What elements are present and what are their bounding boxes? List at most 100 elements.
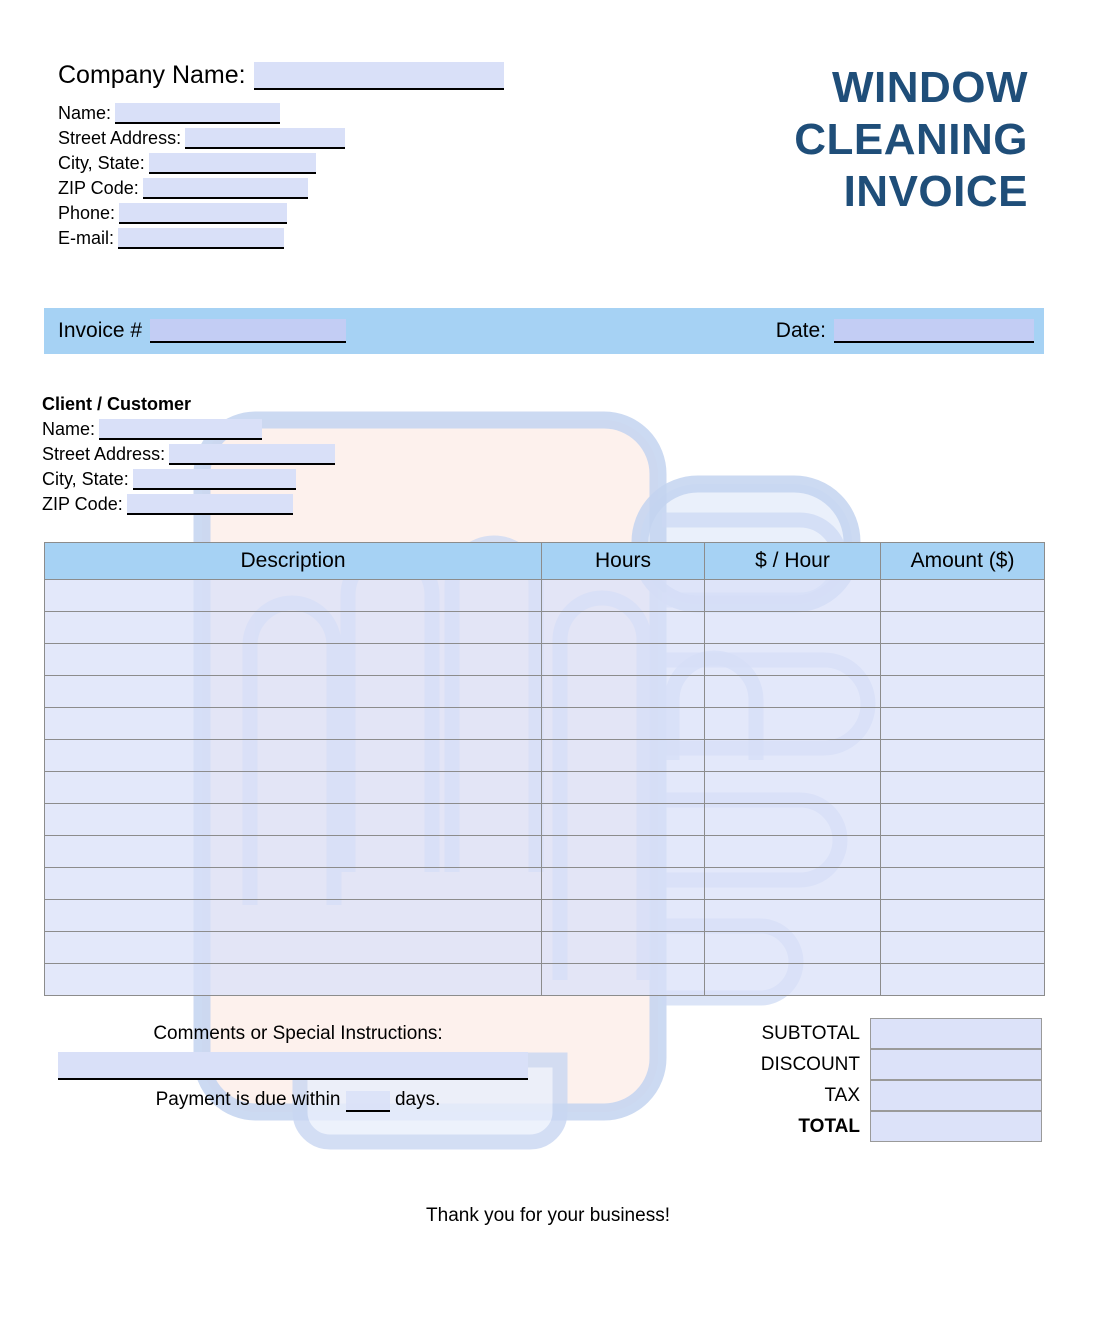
- table-row: [44, 931, 1045, 964]
- company-field-input[interactable]: [118, 228, 285, 249]
- cell-hours[interactable]: [541, 739, 705, 772]
- totals-label-total: TOTAL: [798, 1116, 860, 1137]
- cell-amount[interactable]: [880, 899, 1045, 932]
- table-row: [44, 867, 1045, 900]
- payment-terms-days-input[interactable]: [345, 1091, 390, 1112]
- line-items-body: [44, 579, 1045, 996]
- cell-amount[interactable]: [880, 675, 1045, 708]
- cell-rate[interactable]: [704, 579, 881, 612]
- cell-amount[interactable]: [880, 867, 1045, 900]
- company-field-label: City, State:: [58, 153, 145, 173]
- client-field-input[interactable]: [132, 469, 296, 490]
- client-field-row: Street Address:: [42, 443, 336, 465]
- company-field-row: E-mail:: [58, 227, 504, 249]
- cell-description[interactable]: [44, 675, 542, 708]
- cell-rate[interactable]: [704, 771, 881, 804]
- client-field-input[interactable]: [126, 494, 293, 515]
- cell-description[interactable]: [44, 771, 542, 804]
- cell-hours[interactable]: [541, 867, 705, 900]
- cell-rate[interactable]: [704, 931, 881, 964]
- payment-terms-prefix: Payment is due within: [155, 1089, 341, 1110]
- cell-hours[interactable]: [541, 963, 705, 996]
- cell-rate[interactable]: [704, 739, 881, 772]
- totals-input-total[interactable]: [870, 1111, 1042, 1142]
- cell-rate[interactable]: [704, 643, 881, 676]
- cell-rate[interactable]: [704, 867, 881, 900]
- invoice-page: Company Name: Name: Street Address: City, …: [0, 0, 1096, 1319]
- cell-amount[interactable]: [880, 739, 1045, 772]
- cell-hours[interactable]: [541, 835, 705, 868]
- cell-amount[interactable]: [880, 643, 1045, 676]
- invoice-number-input[interactable]: [150, 319, 347, 343]
- comments-input[interactable]: [58, 1052, 528, 1080]
- client-field-row: ZIP Code:: [42, 493, 335, 515]
- client-field-label: ZIP Code:: [42, 494, 123, 514]
- cell-rate[interactable]: [704, 963, 881, 996]
- cell-amount[interactable]: [880, 579, 1045, 612]
- cell-hours[interactable]: [541, 611, 705, 644]
- cell-description[interactable]: [44, 931, 542, 964]
- client-field-label: City, State:: [42, 469, 129, 489]
- cell-hours[interactable]: [541, 643, 705, 676]
- cell-description[interactable]: [44, 611, 542, 644]
- cell-amount[interactable]: [880, 707, 1045, 740]
- client-field-row: City, State:: [42, 468, 335, 490]
- comments-block: Comments or Special Instructions: Paymen…: [58, 1022, 538, 1112]
- cell-rate[interactable]: [704, 835, 881, 868]
- table-row: [44, 611, 1045, 644]
- client-field-input[interactable]: [99, 419, 263, 440]
- cell-rate[interactable]: [704, 675, 881, 708]
- cell-amount[interactable]: [880, 963, 1045, 996]
- table-row: [44, 835, 1045, 868]
- cell-amount[interactable]: [880, 771, 1045, 804]
- cell-hours[interactable]: [541, 707, 705, 740]
- company-field-input[interactable]: [185, 128, 346, 149]
- table-row: [44, 579, 1045, 612]
- cell-description[interactable]: [44, 867, 542, 900]
- date-input[interactable]: [834, 319, 1034, 343]
- cell-amount[interactable]: [880, 803, 1045, 836]
- cell-hours[interactable]: [541, 803, 705, 836]
- cell-description[interactable]: [44, 643, 542, 676]
- cell-amount[interactable]: [880, 931, 1045, 964]
- cell-rate[interactable]: [704, 611, 881, 644]
- table-row: [44, 739, 1045, 772]
- cell-description[interactable]: [44, 899, 542, 932]
- cell-rate[interactable]: [704, 899, 881, 932]
- cell-amount[interactable]: [880, 611, 1045, 644]
- cell-description[interactable]: [44, 803, 542, 836]
- company-name-input[interactable]: [253, 62, 504, 90]
- totals-row: TAX: [700, 1080, 1046, 1111]
- totals-input-discount[interactable]: [870, 1049, 1042, 1080]
- cell-description[interactable]: [44, 739, 542, 772]
- totals-label-discount: DISCOUNT: [760, 1054, 860, 1075]
- cell-description[interactable]: [44, 707, 542, 740]
- cell-rate[interactable]: [704, 707, 881, 740]
- cell-rate[interactable]: [704, 803, 881, 836]
- company-field-label: ZIP Code:: [58, 178, 139, 198]
- company-field-row: Name:: [58, 102, 504, 124]
- company-fields-list: Name: Street Address: City, State: ZIP Code…: [58, 102, 504, 249]
- company-field-label: Name:: [58, 103, 112, 123]
- totals-input-tax[interactable]: [870, 1080, 1042, 1111]
- totals-input-subtotal[interactable]: [870, 1018, 1042, 1049]
- cell-description[interactable]: [44, 579, 542, 612]
- cell-hours[interactable]: [541, 931, 705, 964]
- company-field-input[interactable]: [142, 178, 308, 199]
- cell-description[interactable]: [44, 835, 542, 868]
- client-field-input[interactable]: [169, 444, 336, 465]
- cell-hours[interactable]: [541, 899, 705, 932]
- document-title: WINDOW CLEANING INVOICE: [608, 62, 1028, 218]
- cell-amount[interactable]: [880, 835, 1045, 868]
- cell-hours[interactable]: [541, 675, 705, 708]
- company-field-input[interactable]: [148, 153, 316, 174]
- company-field-input[interactable]: [115, 103, 281, 124]
- title-line-3: INVOICE: [843, 167, 1028, 216]
- column-header-rate: $ / Hour: [704, 542, 881, 580]
- company-field-input[interactable]: [119, 203, 288, 224]
- cell-description[interactable]: [44, 963, 542, 996]
- cell-hours[interactable]: [541, 771, 705, 804]
- cell-hours[interactable]: [541, 579, 705, 612]
- payment-terms-line: Payment is due within days.: [58, 1088, 538, 1112]
- table-row: [44, 963, 1045, 996]
